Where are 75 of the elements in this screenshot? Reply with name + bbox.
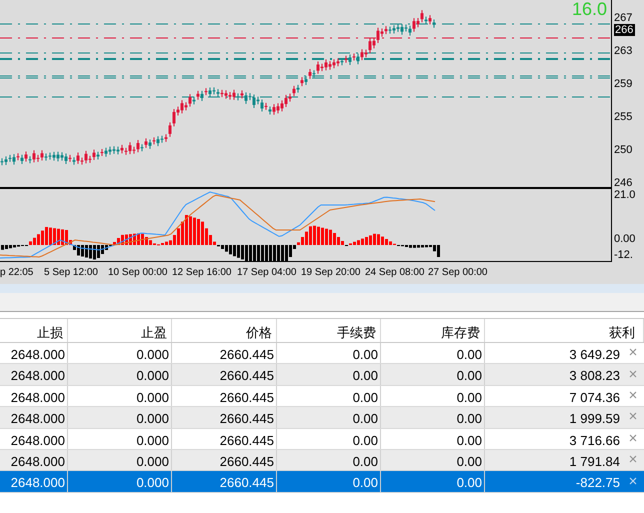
time-axis-label: 10 Sep 00:00 [108,267,168,279]
time-axis-label: p 22:05 [0,267,34,279]
table-cell-text: 3 808.23 [568,367,621,385]
current-price-label: 266 [614,24,636,36]
column-header[interactable]: 手续费 [277,319,381,342]
table-cell: 2648.000 [0,471,68,492]
price-axis-label: 267 [614,12,632,24]
table-cell: 0.00 [381,450,485,470]
table-cell-text: 1 999.59 [568,410,621,428]
table-cell: 2660.445 [172,471,277,492]
table-cell: 0.000 [68,428,172,449]
price-axis-label: 263 [614,45,632,57]
table-cell: 0.00 [381,471,485,492]
time-axis-label: 5 Sep 12:00 [44,267,98,279]
table-cell: 0.000 [68,364,172,385]
table-cell: 0.000 [68,450,172,470]
table-cell: 0.00 [277,407,381,428]
time-axis-label: 12 Sep 16:00 [172,267,232,279]
price-axis-label: 250 [614,144,632,156]
panel-splitter[interactable] [0,284,644,293]
column-header[interactable]: 止损 [0,319,68,342]
table-cell: 0.000 [68,407,172,428]
table-cell-text: 3 649.29 [568,346,621,364]
table-row[interactable]: 2648.000 0.000 2660.445 0.00 0.00 3 716.66 × [0,428,644,450]
table-cell: 2648.000 [0,428,68,449]
column-header[interactable]: 获利 [485,319,644,342]
table-cell: 0.00 [277,450,381,470]
table-cell-text: 3 716.66 [568,432,621,449]
table-cell: 0.00 [277,428,381,449]
table-row[interactable]: 2648.000 0.000 2660.445 0.00 0.00 3 808.23 × [0,364,644,386]
table-cell: 2660.445 [172,407,277,428]
table-row[interactable]: 2648.000 0.000 2660.445 0.00 0.00 3 649.29 × [0,343,644,364]
table-cell: 0.000 [68,386,172,406]
table-cell: 0.00 [277,364,381,385]
table-cell: 2660.445 [172,386,277,406]
table-cell: 0.000 [68,471,172,492]
table-row[interactable]: 2648.000 0.000 2660.445 0.00 0.00 1 999.59 × [0,407,644,429]
table-cell: 2648.000 [0,407,68,428]
table-cell: 2648.000 [0,364,68,385]
table-cell-text: 1 791.84 [568,452,621,470]
table-cell: 0.00 [381,364,485,385]
table-cell-text: -822.75 [574,474,621,492]
table-cell: 0.00 [277,386,381,406]
price-axis-label: 255 [614,111,632,123]
table-row[interactable]: 2648.000 0.000 2660.445 0.00 0.00 7 074.36 × [0,386,644,408]
table-cell: 0.00 [381,386,485,406]
table-cell: 0.00 [381,428,485,449]
table-row[interactable]: 2648.000 0.000 2660.445 0.00 0.00 1 791.84 × [0,450,644,472]
column-header[interactable]: 止盈 [68,319,172,342]
table-cell: 0.00 [381,407,485,428]
time-axis-label: 24 Sep 08:00 [365,267,424,279]
table-row[interactable]: 2648.000 0.000 2660.445 0.00 0.00 -822.75 × [0,471,644,493]
column-header[interactable]: 库存费 [381,319,485,342]
table-cell: 0.00 [381,343,485,364]
table-cell: 0.00 [277,471,381,492]
indicator-axis-label: 21.0 [614,189,636,201]
table-cell: 0.000 [68,343,172,364]
indicator-axis-label: -12. [614,249,633,261]
table-cell: 2648.000 [0,450,68,470]
table-cell: 2648.000 [0,343,68,364]
table-cell: 2660.445 [172,343,277,364]
price-axis-label: 246 [614,177,632,189]
table-cell: 2660.445 [172,450,277,470]
table-cell-text: 7 074.36 [568,388,621,406]
spread-label: 16.0 [572,0,607,18]
table-cell: 2660.445 [172,364,277,385]
time-axis-label: 27 Sep 00:00 [428,267,488,279]
column-header[interactable]: 价格 [172,319,277,342]
table-cell: 2660.445 [172,428,277,449]
price-axis-label: 259 [614,78,632,90]
time-axis-label: 17 Sep 04:00 [237,267,296,279]
table-cell: 0.00 [277,343,381,364]
table-cell: 2648.000 [0,386,68,406]
indicator-axis-label: 0.00 [614,233,636,245]
time-axis-label: 19 Sep 20:00 [301,267,360,279]
